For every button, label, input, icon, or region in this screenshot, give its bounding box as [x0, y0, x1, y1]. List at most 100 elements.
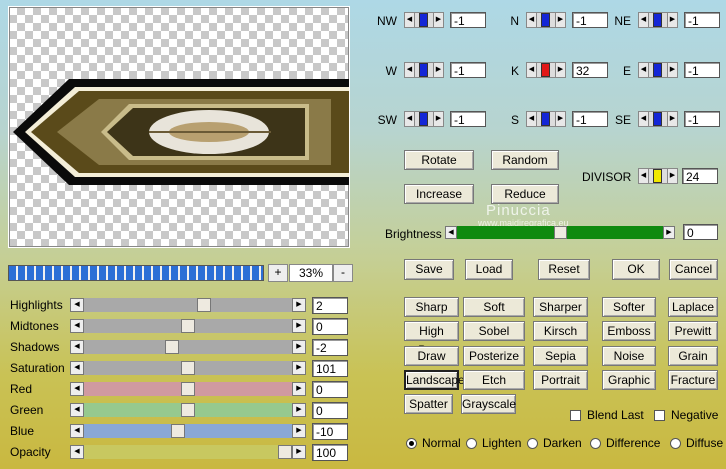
matrix-ne-field[interactable]: -1 [684, 12, 720, 28]
matrix-s-slider[interactable]: ◀ ▶ [526, 111, 566, 127]
preset-spatter-button[interactable]: Spatter [404, 394, 453, 415]
preset-sharper-button[interactable]: Sharper [533, 297, 588, 317]
red-field[interactable]: 0 [312, 381, 348, 398]
brightness-slider[interactable]: ◀ ▶ [445, 226, 675, 239]
arrow-left-icon[interactable]: ◀ [70, 445, 84, 459]
preset-posterize-button[interactable]: Posterize [463, 345, 525, 366]
arrow-left-icon[interactable]: ◀ [70, 361, 84, 375]
arrow-right-icon[interactable]: ▶ [292, 382, 306, 396]
preset-draw-button[interactable]: Draw [404, 345, 459, 366]
matrix-k-slider[interactable]: ◀ ▶ [526, 62, 566, 78]
green-thumb[interactable] [181, 403, 195, 417]
zoom-in-button[interactable]: + [268, 264, 288, 282]
matrix-e-field[interactable]: -1 [684, 62, 720, 78]
arrow-right-icon[interactable]: ▶ [667, 62, 678, 78]
saturation-slider[interactable]: ◀ ▶ [70, 361, 306, 375]
preset-landscape-button[interactable]: Landscape [404, 369, 465, 390]
blue-field[interactable]: -10 [312, 423, 348, 440]
highlights-field[interactable]: 2 [312, 297, 348, 314]
arrow-right-icon[interactable]: ▶ [292, 424, 306, 438]
arrow-right-icon[interactable]: ▶ [555, 12, 566, 28]
blue-thumb[interactable] [171, 424, 186, 438]
matrix-e-thumb[interactable] [653, 63, 662, 77]
preset-high-pass-button[interactable]: High Pass [404, 321, 459, 357]
arrow-left-icon[interactable]: ◀ [404, 111, 415, 127]
divisor-field[interactable]: 24 [682, 168, 718, 184]
arrow-left-icon[interactable]: ◀ [526, 111, 537, 127]
matrix-n-slider[interactable]: ◀ ▶ [526, 12, 566, 28]
blue-slider[interactable]: ◀ ▶ [70, 424, 306, 438]
arrow-left-icon[interactable]: ◀ [70, 319, 84, 333]
arrow-left-icon[interactable]: ◀ [638, 168, 649, 184]
preset-soft-button[interactable]: Soft [463, 297, 525, 317]
arrow-right-icon[interactable]: ▶ [667, 111, 678, 127]
matrix-s-thumb[interactable] [541, 112, 550, 126]
arrow-left-icon[interactable]: ◀ [638, 12, 649, 28]
arrow-right-icon[interactable]: ▶ [433, 111, 444, 127]
midtones-field[interactable]: 0 [312, 318, 348, 335]
reduce-button[interactable]: Reduce [491, 184, 559, 204]
arrow-right-icon[interactable]: ▶ [292, 340, 306, 354]
preset-noise-button[interactable]: Noise [602, 345, 656, 366]
blend-last-checkbox[interactable] [570, 410, 581, 421]
preset-graphic-button[interactable]: Graphic [602, 369, 656, 390]
divisor-thumb[interactable] [653, 169, 662, 183]
shadows-slider[interactable]: ◀ ▶ [70, 340, 306, 354]
cancel-button[interactable]: Cancel [669, 259, 718, 280]
saturation-field[interactable]: 101 [312, 360, 348, 377]
arrow-left-icon[interactable]: ◀ [70, 403, 84, 417]
highlights-slider[interactable]: ◀ ▶ [70, 298, 306, 312]
blend-mode-darken-radio[interactable] [527, 438, 538, 449]
matrix-ne-slider[interactable]: ◀ ▶ [638, 12, 678, 28]
negative-checkbox[interactable] [654, 410, 665, 421]
matrix-ne-thumb[interactable] [653, 13, 662, 27]
arrow-right-icon[interactable]: ▶ [292, 361, 306, 375]
zoom-out-button[interactable]: - [333, 264, 353, 282]
arrow-right-icon[interactable]: ▶ [292, 298, 306, 312]
opacity-field[interactable]: 100 [312, 444, 348, 461]
blend-mode-difference-radio[interactable] [590, 438, 601, 449]
arrow-left-icon[interactable]: ◀ [445, 226, 457, 239]
arrow-right-icon[interactable]: ▶ [433, 12, 444, 28]
arrow-right-icon[interactable]: ▶ [667, 168, 678, 184]
matrix-sw-slider[interactable]: ◀ ▶ [404, 111, 444, 127]
arrow-left-icon[interactable]: ◀ [70, 382, 84, 396]
preset-fracture-button[interactable]: Fracture [668, 369, 718, 390]
shadows-field[interactable]: -2 [312, 339, 348, 356]
preset-sharp-button[interactable]: Sharp [404, 297, 459, 317]
load-button[interactable]: Load [465, 259, 513, 280]
matrix-se-thumb[interactable] [653, 112, 662, 126]
matrix-w-field[interactable]: -1 [450, 62, 486, 78]
blend-mode-lighten-radio[interactable] [466, 438, 477, 449]
divisor-slider[interactable]: ◀ ▶ [638, 168, 678, 184]
preset-softer-button[interactable]: Softer [602, 297, 656, 317]
matrix-k-thumb[interactable] [541, 63, 550, 77]
matrix-e-slider[interactable]: ◀ ▶ [638, 62, 678, 78]
arrow-left-icon[interactable]: ◀ [638, 62, 649, 78]
matrix-nw-field[interactable]: -1 [450, 12, 486, 28]
arrow-left-icon[interactable]: ◀ [70, 298, 84, 312]
brightness-thumb[interactable] [553, 226, 567, 239]
blend-mode-diffuse-radio[interactable] [670, 438, 681, 449]
arrow-right-icon[interactable]: ▶ [292, 403, 306, 417]
matrix-w-thumb[interactable] [419, 63, 428, 77]
arrow-right-icon[interactable]: ▶ [292, 319, 306, 333]
arrow-left-icon[interactable]: ◀ [70, 424, 84, 438]
arrow-left-icon[interactable]: ◀ [404, 62, 415, 78]
arrow-left-icon[interactable]: ◀ [404, 12, 415, 28]
increase-button[interactable]: Increase [404, 184, 474, 204]
preset-kirsch-button[interactable]: Kirsch [533, 321, 588, 342]
reset-button[interactable]: Reset [538, 259, 590, 280]
arrow-right-icon[interactable]: ▶ [555, 62, 566, 78]
highlights-thumb[interactable] [196, 298, 211, 312]
shadows-thumb[interactable] [165, 340, 180, 354]
arrow-left-icon[interactable]: ◀ [526, 12, 537, 28]
arrow-right-icon[interactable]: ▶ [555, 111, 566, 127]
arrow-right-icon[interactable]: ▶ [663, 226, 675, 239]
matrix-s-field[interactable]: -1 [572, 111, 608, 127]
arrow-left-icon[interactable]: ◀ [526, 62, 537, 78]
save-button[interactable]: Save [404, 259, 454, 280]
green-slider[interactable]: ◀ ▶ [70, 403, 306, 417]
preset-grain-button[interactable]: Grain [668, 345, 718, 366]
matrix-sw-thumb[interactable] [419, 112, 428, 126]
